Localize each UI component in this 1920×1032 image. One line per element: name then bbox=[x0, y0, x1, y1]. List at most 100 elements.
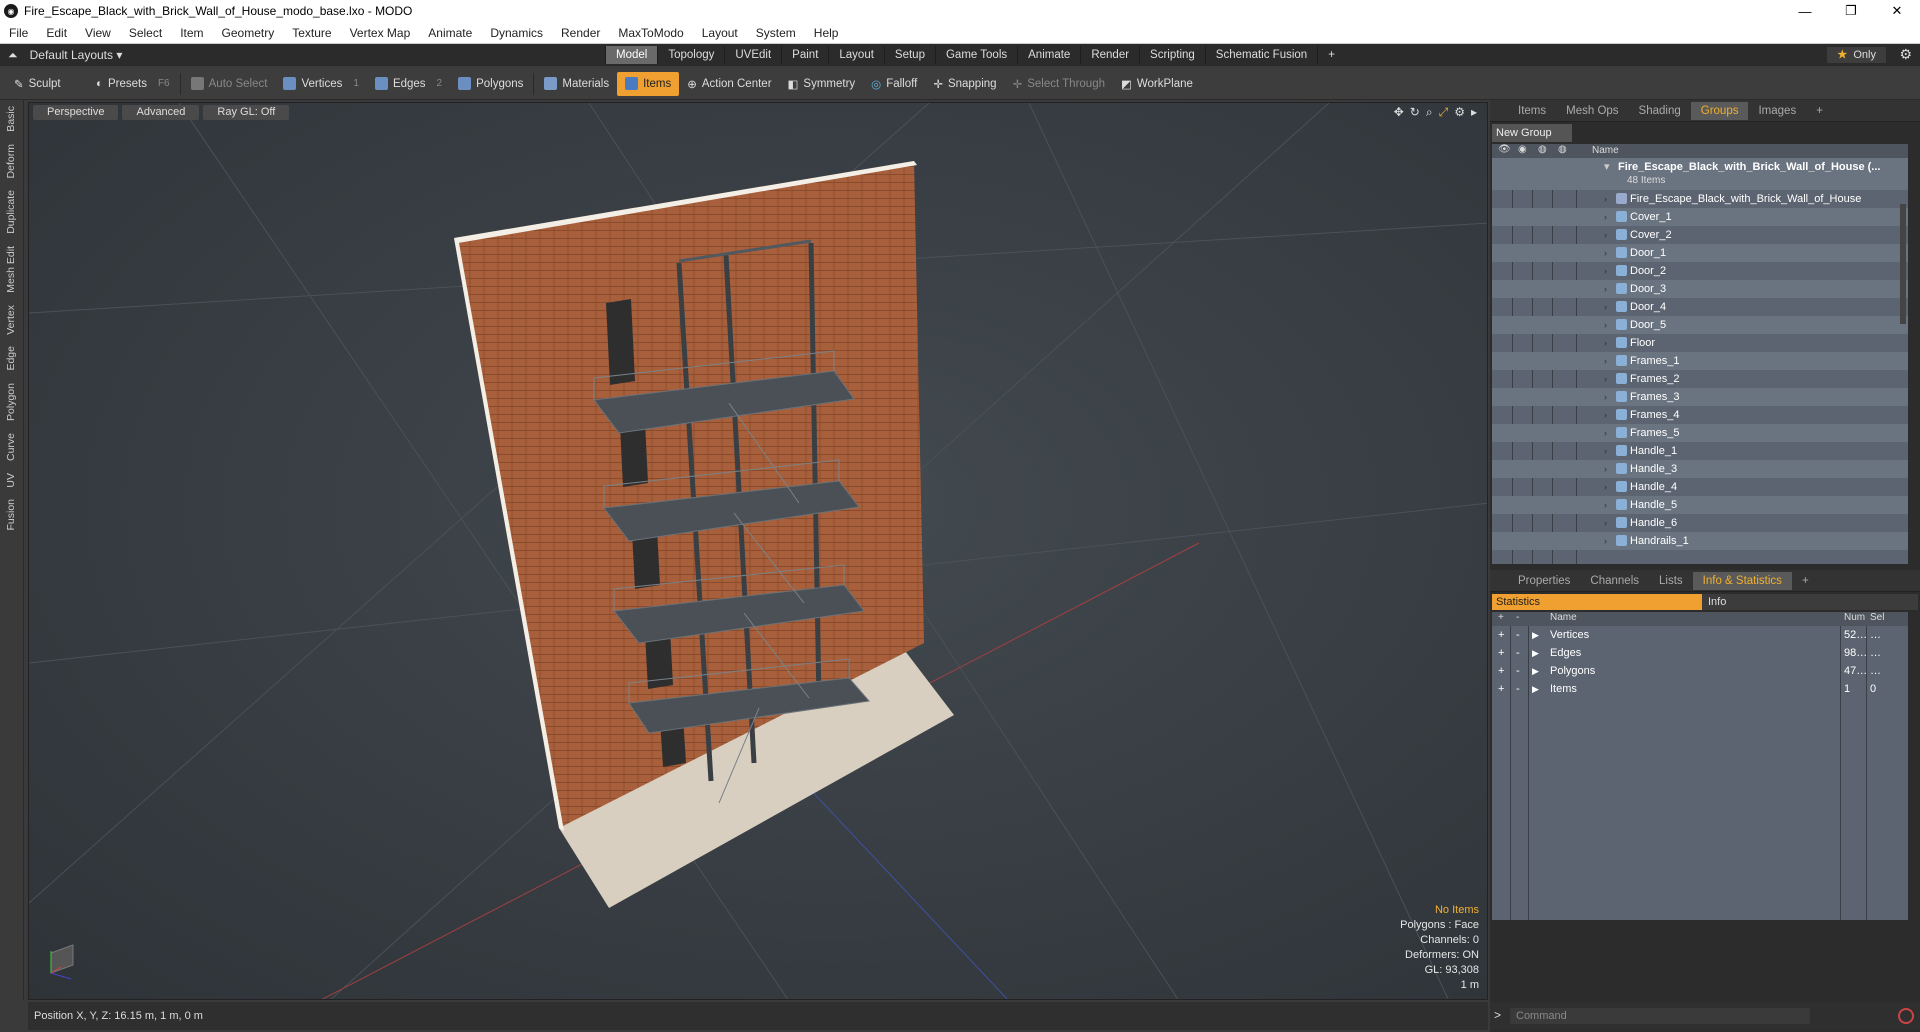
list-item[interactable]: › Door_3 bbox=[1492, 280, 1908, 298]
sculpt-button[interactable]: ✎ Sculpt bbox=[6, 72, 88, 96]
3d-viewport[interactable]: Perspective Advanced Ray GL: Off ✥ ↻ ⌕ ⤢… bbox=[28, 102, 1488, 1000]
list-item[interactable]: › Handle_3 bbox=[1492, 460, 1908, 478]
stop-icon[interactable] bbox=[1898, 1008, 1914, 1024]
tab-channels[interactable]: Channels bbox=[1580, 572, 1649, 590]
tab-layout[interactable]: Layout bbox=[828, 46, 884, 64]
list-item[interactable]: › Handle_1 bbox=[1492, 442, 1908, 460]
list-item[interactable]: › Door_2 bbox=[1492, 262, 1908, 280]
add-icon[interactable]: + bbox=[1498, 680, 1504, 698]
pan-icon[interactable]: ✥ bbox=[1394, 105, 1404, 120]
only-button[interactable]: ★ Only bbox=[1827, 47, 1886, 63]
zoom-icon[interactable]: ⌕ bbox=[1426, 105, 1433, 120]
new-group-button[interactable]: New Group bbox=[1492, 124, 1572, 142]
group-root-row[interactable]: ▾ Fire_Escape_Black_with_Brick_Wall_of_H… bbox=[1492, 158, 1908, 190]
left-tab-fusion[interactable]: Fusion bbox=[5, 493, 17, 537]
tab-properties[interactable]: Properties bbox=[1508, 572, 1580, 590]
menu-maxtomodo[interactable]: MaxToModo bbox=[609, 26, 692, 40]
left-tab-curve[interactable]: Curve bbox=[5, 427, 17, 467]
raygl-button[interactable]: Ray GL: Off bbox=[203, 104, 290, 120]
table-row[interactable]: + - ▶ Items 1 0 bbox=[1492, 680, 1908, 698]
edges-button[interactable]: Edges 2 bbox=[367, 72, 450, 96]
tab-uvedit[interactable]: UVEdit bbox=[724, 46, 781, 64]
view-perspective-button[interactable]: Perspective bbox=[33, 104, 119, 120]
menu-render[interactable]: Render bbox=[552, 26, 609, 40]
list-item[interactable]: › Frames_5 bbox=[1492, 424, 1908, 442]
table-row[interactable]: + - ▶ Edges 98… … bbox=[1492, 644, 1908, 662]
left-tab-mesh-edit[interactable]: Mesh Edit bbox=[5, 240, 17, 299]
symmetry-button[interactable]: ◧ Symmetry bbox=[780, 72, 864, 96]
tab-animate[interactable]: Animate bbox=[1017, 46, 1080, 64]
maximize-button[interactable]: ❐ bbox=[1828, 0, 1874, 22]
list-item[interactable]: › Door_4 bbox=[1492, 298, 1908, 316]
tab-schematic-fusion[interactable]: Schematic Fusion bbox=[1204, 46, 1317, 64]
remove-icon[interactable]: - bbox=[1516, 662, 1520, 680]
menu-system[interactable]: System bbox=[747, 26, 805, 40]
menu-edit[interactable]: Edit bbox=[37, 26, 76, 40]
remove-icon[interactable]: - bbox=[1516, 680, 1520, 698]
list-item[interactable]: › Frames_2 bbox=[1492, 370, 1908, 388]
tab-shading[interactable]: Shading bbox=[1629, 102, 1691, 120]
left-tab-polygon[interactable]: Polygon bbox=[5, 377, 17, 427]
tab-paint[interactable]: Paint bbox=[781, 46, 828, 64]
materials-button[interactable]: Materials bbox=[536, 72, 617, 96]
minimize-button[interactable]: — bbox=[1782, 0, 1828, 22]
left-tab-uv[interactable]: UV bbox=[5, 467, 17, 494]
gear-icon[interactable]: ⚙ bbox=[1899, 46, 1912, 63]
list-item[interactable]: › Floor bbox=[1492, 334, 1908, 352]
list-item[interactable]: › Cover_2 bbox=[1492, 226, 1908, 244]
tab-groups[interactable]: Groups bbox=[1690, 101, 1749, 120]
add-icon[interactable]: + bbox=[1498, 644, 1504, 662]
add-icon[interactable]: + bbox=[1498, 626, 1504, 644]
layout-selector[interactable]: Default Layouts ▾ bbox=[30, 48, 123, 62]
add-icon[interactable]: + bbox=[1498, 662, 1504, 680]
menu-dynamics[interactable]: Dynamics bbox=[481, 26, 552, 40]
table-row[interactable]: + - ▶ Polygons 47… … bbox=[1492, 662, 1908, 680]
menu-vertex-map[interactable]: Vertex Map bbox=[341, 26, 420, 40]
tab-images[interactable]: Images bbox=[1748, 102, 1806, 120]
left-tab-edge[interactable]: Edge bbox=[5, 340, 17, 377]
left-tab-duplicate[interactable]: Duplicate bbox=[5, 184, 17, 240]
close-button[interactable]: ✕ bbox=[1874, 0, 1920, 22]
snapping-button[interactable]: ✛ Snapping bbox=[925, 72, 1004, 96]
collapse-arrow-icon[interactable]: ▾ bbox=[1604, 158, 1610, 176]
action-center-button[interactable]: ⊕ Action Center bbox=[679, 72, 779, 96]
list-item[interactable]: › Door_5 bbox=[1492, 316, 1908, 334]
menu-select[interactable]: Select bbox=[120, 26, 171, 40]
command-input[interactable]: Command bbox=[1510, 1008, 1810, 1024]
remove-icon[interactable]: - bbox=[1516, 626, 1520, 644]
table-row[interactable]: + - ▶ Vertices 52… … bbox=[1492, 626, 1908, 644]
menu-animate[interactable]: Animate bbox=[419, 26, 481, 40]
tab-scripting[interactable]: Scripting bbox=[1139, 46, 1205, 64]
left-tab-basic[interactable]: Basic bbox=[5, 100, 17, 138]
falloff-button[interactable]: ◎ Falloff bbox=[863, 72, 925, 96]
select-through-button[interactable]: ✛ Select Through bbox=[1005, 72, 1113, 96]
tab-render[interactable]: Render bbox=[1080, 46, 1139, 64]
list-item[interactable]: › Frames_3 bbox=[1492, 388, 1908, 406]
list-item[interactable]: › Handrails_1 bbox=[1492, 532, 1908, 550]
list-item[interactable]: › Door_1 bbox=[1492, 244, 1908, 262]
menu-geometry[interactable]: Geometry bbox=[213, 26, 284, 40]
auto-select-button[interactable]: Auto Select bbox=[183, 72, 276, 96]
fit-icon[interactable]: ⤢ bbox=[1439, 105, 1449, 120]
remove-icon[interactable]: - bbox=[1516, 644, 1520, 662]
groups-scrollbar[interactable] bbox=[1900, 204, 1906, 324]
add-tab-button[interactable]: + bbox=[1317, 46, 1345, 64]
vertices-button[interactable]: Vertices 1 bbox=[275, 72, 366, 96]
add-bottom-tab-button[interactable]: + bbox=[1792, 572, 1819, 590]
list-item[interactable]: › Fire_Escape_Black_with_Brick_Wall_of_Ho… bbox=[1492, 190, 1908, 208]
workplane-button[interactable]: ◩ WorkPlane bbox=[1113, 72, 1201, 96]
tab-model[interactable]: Model bbox=[605, 46, 658, 64]
menu-view[interactable]: View bbox=[76, 26, 120, 40]
list-item[interactable]: › Cover_1 bbox=[1492, 208, 1908, 226]
expand-icon[interactable]: ▶ bbox=[1532, 662, 1539, 680]
tab-statistics[interactable]: Statistics bbox=[1492, 594, 1702, 610]
viewport-menu-icon[interactable]: ▸ bbox=[1471, 105, 1477, 120]
expand-icon[interactable]: ▶ bbox=[1532, 644, 1539, 662]
tab-info[interactable]: Info bbox=[1702, 594, 1918, 610]
menu-texture[interactable]: Texture bbox=[283, 26, 340, 40]
list-item[interactable]: › Handle_6 bbox=[1492, 514, 1908, 532]
list-item[interactable]: › Handle_5 bbox=[1492, 496, 1908, 514]
add-panel-tab-button[interactable]: + bbox=[1806, 102, 1833, 120]
tab-mesh-ops[interactable]: Mesh Ops bbox=[1556, 102, 1628, 120]
list-item[interactable]: › Frames_4 bbox=[1492, 406, 1908, 424]
